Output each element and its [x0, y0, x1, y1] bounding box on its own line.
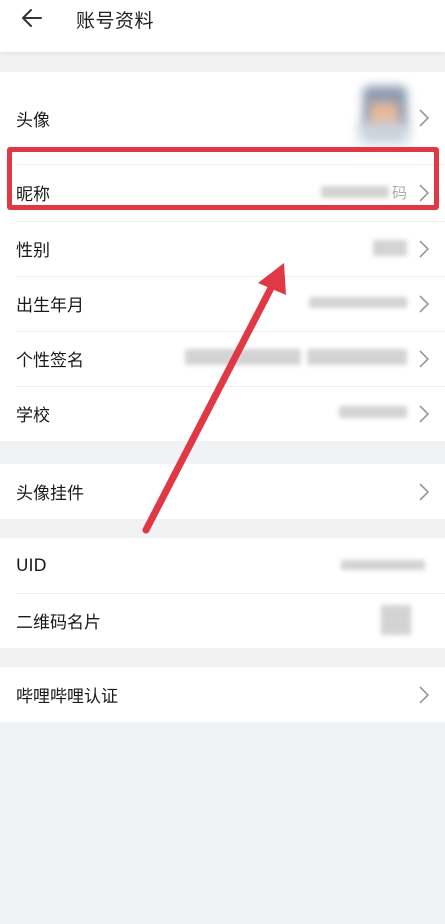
qr-card-label: 二维码名片 [16, 613, 101, 633]
arrow-left-icon [22, 9, 42, 27]
birthday-row[interactable]: 出生年月 [0, 276, 445, 331]
nickname-label: 昵称 [16, 185, 50, 205]
profile-info-group: 头像 昵称 码 性别 出生年月 个性签名 学校 [0, 72, 445, 441]
avatar [355, 82, 415, 152]
chevron-right-icon [419, 404, 429, 423]
avatar-pendant-group: 头像挂件 [0, 464, 445, 519]
back-button[interactable] [20, 2, 60, 34]
signature-value-blurred-2 [307, 349, 407, 365]
uid-row[interactable]: UID [0, 538, 445, 593]
avatar-label: 头像 [16, 110, 50, 131]
avatar-pendant-label: 头像挂件 [16, 484, 84, 504]
chevron-right-icon [419, 183, 429, 202]
bilibili-certification-label: 哔哩哔哩认证 [16, 687, 118, 707]
bilibili-certification-row[interactable]: 哔哩哔哩认证 [0, 667, 445, 722]
nickname-row[interactable]: 昵称 码 [0, 164, 445, 221]
chevron-right-icon [419, 685, 429, 704]
school-value-blurred [339, 406, 407, 418]
birthday-label: 出生年月 [16, 296, 84, 316]
chevron-right-icon [419, 294, 429, 313]
signature-value-blurred-1 [185, 349, 301, 365]
signature-row[interactable]: 个性签名 [0, 331, 445, 386]
school-row[interactable]: 学校 [0, 386, 445, 441]
nickname-value-blurred [321, 186, 389, 198]
chevron-right-icon [419, 239, 429, 258]
certification-group: 哔哩哔哩认证 [0, 667, 445, 722]
page-title: 账号资料 [76, 10, 155, 32]
account-id-group: UID 二维码名片 [0, 538, 445, 648]
avatar-row[interactable]: 头像 [0, 72, 445, 164]
qr-card-row[interactable]: 二维码名片 [0, 593, 445, 648]
signature-label: 个性签名 [16, 351, 84, 371]
uid-value-blurred [341, 560, 425, 570]
school-label: 学校 [16, 406, 50, 426]
uid-label: UID [16, 555, 47, 576]
chevron-right-icon [419, 482, 429, 501]
gender-label: 性别 [16, 241, 50, 261]
gender-row[interactable]: 性别 [0, 221, 445, 276]
gender-value-blurred [373, 240, 407, 256]
qr-code-blurred [381, 605, 411, 635]
top-app-bar: 账号资料 [0, 0, 445, 52]
birthday-value-blurred [309, 297, 407, 308]
chevron-right-icon [419, 349, 429, 368]
chevron-right-icon [419, 109, 429, 127]
avatar-pendant-row[interactable]: 头像挂件 [0, 464, 445, 519]
nickname-value-suffix: 码 [391, 184, 407, 202]
